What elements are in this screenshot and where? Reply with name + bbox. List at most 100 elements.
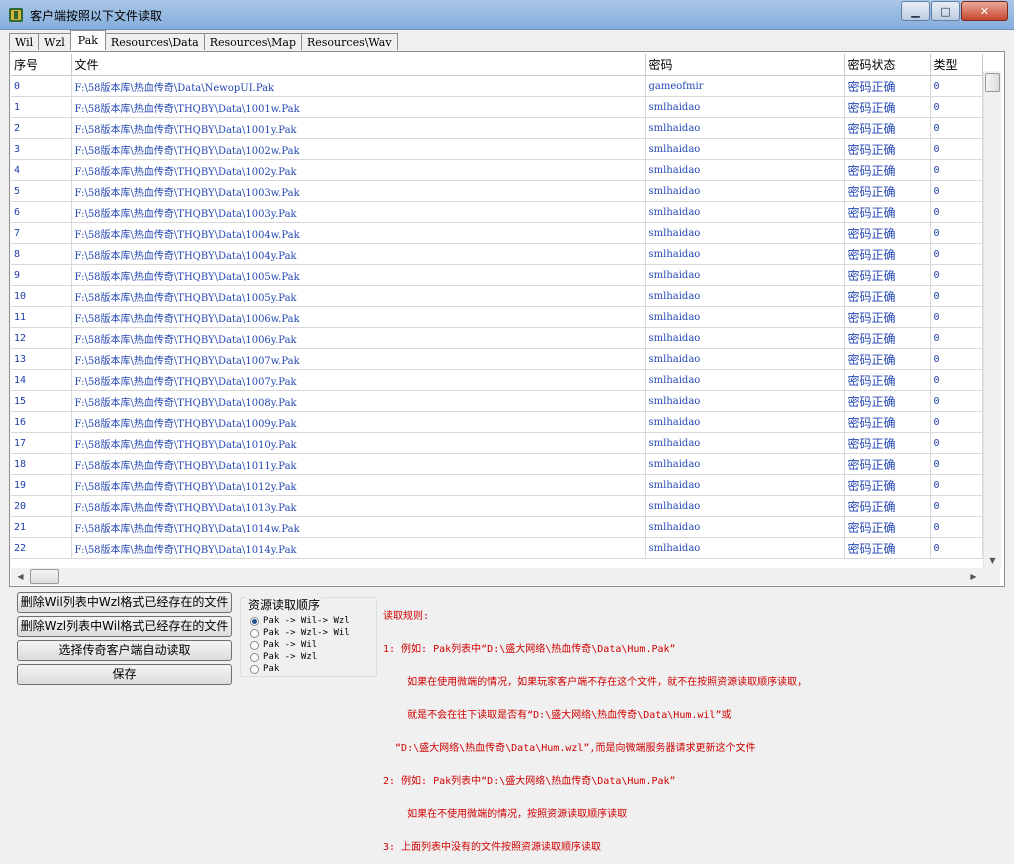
tab-resources-wav[interactable]: Resources\Wav bbox=[301, 33, 398, 50]
delete-wzl-duplicates-button[interactable]: 删除Wzl列表中Wil格式已经存在的文件 bbox=[17, 616, 232, 637]
save-button[interactable]: 保存 bbox=[17, 664, 232, 685]
cell-type: 0 bbox=[930, 306, 983, 328]
horizontal-scroll-thumb[interactable] bbox=[30, 569, 59, 584]
read-order-option-label: Pak -> Wil-> Wzl bbox=[263, 616, 350, 626]
cell-type: 0 bbox=[930, 516, 983, 538]
scroll-down-icon[interactable]: ▼ bbox=[984, 553, 1001, 568]
tab-pak[interactable]: Pak bbox=[69, 30, 106, 50]
cell-type: 0 bbox=[930, 348, 983, 370]
read-order-option[interactable]: Pak -> Wil bbox=[250, 639, 317, 651]
maximize-button[interactable]: □ bbox=[931, 1, 960, 21]
tab-wzl[interactable]: Wzl bbox=[38, 33, 71, 50]
tab-resources-map[interactable]: Resources\Map bbox=[203, 33, 302, 50]
cell-file: F:\58版本库\热血传奇\THQBY\Data\1014y.Pak bbox=[71, 537, 646, 559]
table-row[interactable]: 1 F:\58版本库\热血传奇\THQBY\Data\1001w.Pak smlha… bbox=[11, 96, 983, 118]
table-row[interactable]: 18 F:\58版本库\热血传奇\THQBY\Data\1011y.Pak smlh… bbox=[11, 453, 983, 475]
table-row[interactable]: 2 F:\58版本库\热血传奇\THQBY\Data\1001y.Pak smlha… bbox=[11, 117, 983, 139]
cell-password-status: 密码正确 bbox=[844, 75, 931, 97]
tab-wil[interactable]: Wil bbox=[9, 33, 40, 50]
cell-file: F:\58版本库\热血传奇\Data\NewopUI.Pak bbox=[71, 75, 646, 97]
cell-index: 19 bbox=[11, 474, 72, 496]
cell-password-status: 密码正确 bbox=[844, 180, 931, 202]
table-row[interactable]: 15 F:\58版本库\热血传奇\THQBY\Data\1008y.Pak smlh… bbox=[11, 390, 983, 412]
cell-index: 17 bbox=[11, 432, 72, 454]
header-index[interactable]: 序号 bbox=[11, 54, 72, 76]
cell-password-status: 密码正确 bbox=[844, 390, 931, 412]
table-row[interactable]: 0 F:\58版本库\热血传奇\Data\NewopUI.Pak gameofmir… bbox=[11, 75, 983, 97]
radio-icon[interactable] bbox=[250, 652, 259, 662]
cell-password: smlhaidao bbox=[645, 96, 845, 118]
cell-password-status: 密码正确 bbox=[844, 369, 931, 391]
cell-index: 3 bbox=[11, 138, 72, 160]
table-row[interactable]: 3 F:\58版本库\热血传奇\THQBY\Data\1002w.Pak smlha… bbox=[11, 138, 983, 160]
read-order-option[interactable]: Pak -> Wzl bbox=[250, 651, 317, 663]
radio-icon[interactable] bbox=[250, 664, 259, 674]
cell-password-status: 密码正确 bbox=[844, 96, 931, 118]
app-icon bbox=[9, 8, 23, 22]
cell-password: smlhaidao bbox=[645, 159, 845, 181]
cell-password: smlhaidao bbox=[645, 285, 845, 307]
table-row[interactable]: 21 F:\58版本库\热血传奇\THQBY\Data\1014w.Pak smlh… bbox=[11, 516, 983, 538]
cell-file: F:\58版本库\热血传奇\THQBY\Data\1006w.Pak bbox=[71, 306, 646, 328]
cell-index: 16 bbox=[11, 411, 72, 433]
cell-password: smlhaidao bbox=[645, 453, 845, 475]
header-password-status[interactable]: 密码状态 bbox=[844, 54, 931, 76]
table-row[interactable]: 13 F:\58版本库\热血传奇\THQBY\Data\1007w.Pak smlh… bbox=[11, 348, 983, 370]
scroll-right-icon[interactable]: ▶ bbox=[966, 568, 981, 585]
table-row[interactable]: 9 F:\58版本库\热血传奇\THQBY\Data\1005w.Pak smlha… bbox=[11, 264, 983, 286]
header-password[interactable]: 密码 bbox=[645, 54, 845, 76]
table-header: 序号 文件 密码 密码状态 类型 bbox=[11, 54, 983, 76]
auto-read-client-button[interactable]: 选择传奇客户端自动读取 bbox=[17, 640, 232, 661]
radio-icon[interactable] bbox=[250, 628, 259, 638]
table-row[interactable]: 10 F:\58版本库\热血传奇\THQBY\Data\1005y.Pak smlh… bbox=[11, 285, 983, 307]
table-row[interactable]: 4 F:\58版本库\热血传奇\THQBY\Data\1002y.Pak smlha… bbox=[11, 159, 983, 181]
cell-index: 2 bbox=[11, 117, 72, 139]
cell-password: smlhaidao bbox=[645, 138, 845, 160]
cell-type: 0 bbox=[930, 138, 983, 160]
read-order-option[interactable]: Pak bbox=[250, 663, 279, 675]
table-row[interactable]: 8 F:\58版本库\热血传奇\THQBY\Data\1004y.Pak smlha… bbox=[11, 243, 983, 265]
tab-resources-data[interactable]: Resources\Data bbox=[104, 33, 205, 50]
cell-type: 0 bbox=[930, 75, 983, 97]
cell-file: F:\58版本库\热血传奇\THQBY\Data\1001y.Pak bbox=[71, 117, 646, 139]
table-row[interactable]: 5 F:\58版本库\热血传奇\THQBY\Data\1003w.Pak smlha… bbox=[11, 180, 983, 202]
table-row[interactable]: 7 F:\58版本库\热血传奇\THQBY\Data\1004w.Pak smlha… bbox=[11, 222, 983, 244]
cell-password: smlhaidao bbox=[645, 390, 845, 412]
table-row[interactable]: 20 F:\58版本库\热血传奇\THQBY\Data\1013y.Pak smlh… bbox=[11, 495, 983, 517]
delete-wil-duplicates-button[interactable]: 删除Wil列表中Wzl格式已经存在的文件 bbox=[17, 592, 232, 613]
read-order-option[interactable]: Pak -> Wzl-> Wil bbox=[250, 627, 350, 639]
radio-selected-icon[interactable] bbox=[250, 616, 259, 626]
cell-index: 20 bbox=[11, 495, 72, 517]
minimize-button[interactable]: ▁ bbox=[901, 1, 930, 21]
table-row[interactable]: 22 F:\58版本库\热血传奇\THQBY\Data\1014y.Pak smlh… bbox=[11, 537, 983, 559]
cell-index: 6 bbox=[11, 201, 72, 223]
cell-password-status: 密码正确 bbox=[844, 516, 931, 538]
horizontal-scrollbar[interactable]: ◀ ▶ bbox=[11, 568, 983, 585]
table-row[interactable]: 14 F:\58版本库\热血传奇\THQBY\Data\1007y.Pak smlh… bbox=[11, 369, 983, 391]
header-file[interactable]: 文件 bbox=[71, 54, 646, 76]
cell-file: F:\58版本库\热血传奇\THQBY\Data\1004w.Pak bbox=[71, 222, 646, 244]
cell-index: 18 bbox=[11, 453, 72, 475]
table-row[interactable]: 17 F:\58版本库\热血传奇\THQBY\Data\1010y.Pak smlh… bbox=[11, 432, 983, 454]
table-row[interactable]: 12 F:\58版本库\热血传奇\THQBY\Data\1006y.Pak smlh… bbox=[11, 327, 983, 349]
table-row[interactable]: 16 F:\58版本库\热血传奇\THQBY\Data\1009y.Pak smlh… bbox=[11, 411, 983, 433]
close-button[interactable]: ✕ bbox=[961, 1, 1008, 21]
cell-file: F:\58版本库\热血传奇\THQBY\Data\1007y.Pak bbox=[71, 369, 646, 391]
table-row[interactable]: 19 F:\58版本库\热血传奇\THQBY\Data\1012y.Pak smlh… bbox=[11, 474, 983, 496]
cell-password: smlhaidao bbox=[645, 411, 845, 433]
cell-index: 8 bbox=[11, 243, 72, 265]
cell-password-status: 密码正确 bbox=[844, 264, 931, 286]
table-row[interactable]: 11 F:\58版本库\热血传奇\THQBY\Data\1006w.Pak smlh… bbox=[11, 306, 983, 328]
vertical-scrollbar[interactable]: ▼ bbox=[983, 71, 1001, 568]
cell-password: smlhaidao bbox=[645, 117, 845, 139]
cell-index: 0 bbox=[11, 75, 72, 97]
close-icon: ✕ bbox=[979, 4, 990, 18]
header-type[interactable]: 类型 bbox=[930, 54, 983, 76]
radio-icon[interactable] bbox=[250, 640, 259, 650]
rule-line: 1: 例如: Pak列表中“D:\盛大网络\热血传奇\Data\Hum.Pak” bbox=[383, 644, 676, 655]
vertical-scroll-thumb[interactable] bbox=[985, 73, 1000, 92]
read-order-option[interactable]: Pak -> Wil-> Wzl bbox=[250, 615, 350, 627]
cell-type: 0 bbox=[930, 495, 983, 517]
table-row[interactable]: 6 F:\58版本库\热血传奇\THQBY\Data\1003y.Pak smlha… bbox=[11, 201, 983, 223]
scroll-left-icon[interactable]: ◀ bbox=[13, 568, 28, 585]
